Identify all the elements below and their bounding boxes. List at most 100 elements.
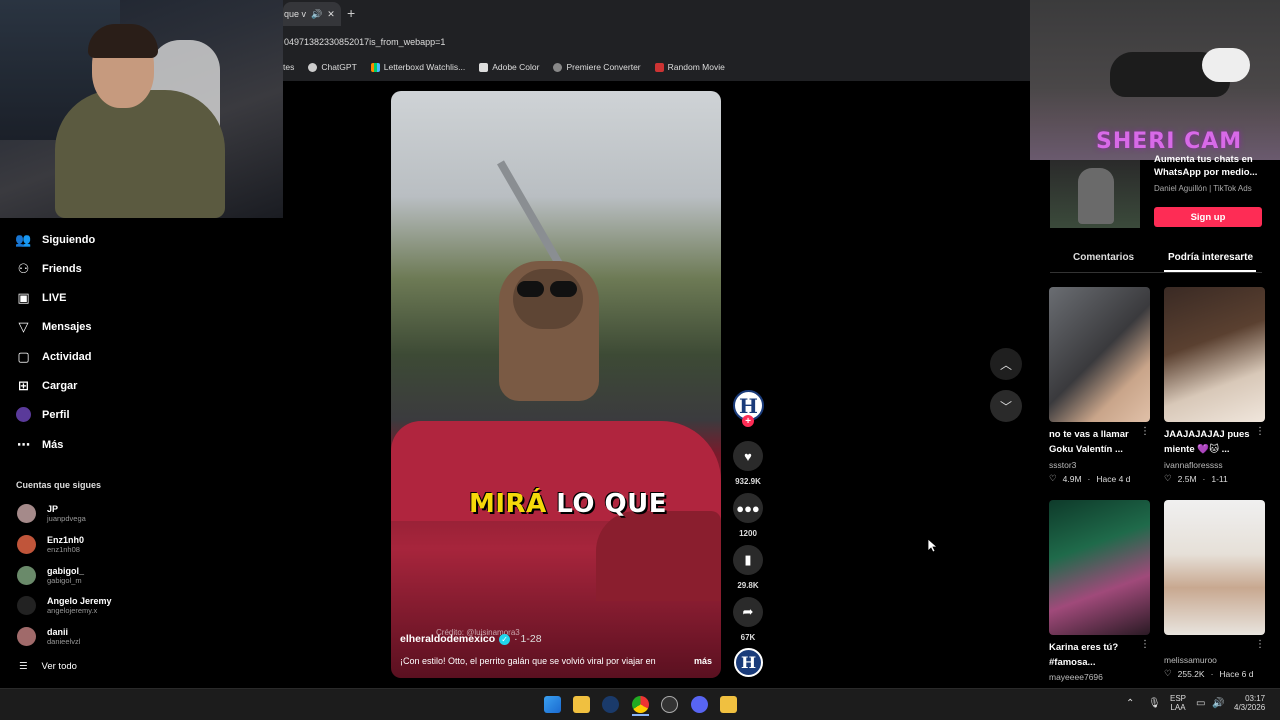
bookmark-chatgpt[interactable]: ChatGPT	[308, 62, 357, 72]
video-card-title[interactable]: no te vas a llamar Goku Valentín ...	[1049, 427, 1145, 457]
tab-title: que v	[284, 9, 307, 19]
heart-outline-icon: ♡	[1164, 668, 1172, 678]
video-card-meta: ♡ 2.5M · 1-11	[1164, 473, 1228, 484]
bookmark-adobe-color[interactable]: Adobe Color	[479, 62, 539, 72]
network-icon[interactable]: ▭	[1196, 698, 1205, 709]
heart-outline-icon: ♡	[1164, 473, 1172, 483]
avatar	[17, 627, 36, 646]
video-card-user[interactable]: ivannafloressss	[1164, 460, 1223, 470]
save-button[interactable]: ▮	[733, 545, 763, 575]
video-overlay-caption: MIRÁ LO QUE	[469, 489, 668, 519]
video-author[interactable]: elheraldodemexico ✓ · 1-28	[400, 633, 542, 645]
video-card-title[interactable]: JAAJAJAJAJ pues miente 💜🐱 ...	[1164, 427, 1260, 457]
following-item[interactable]: danii danieelvzl	[17, 627, 80, 646]
language-indicator[interactable]: ESP LAA	[1170, 694, 1186, 712]
obs-icon[interactable]	[661, 696, 678, 713]
bookmark-premiere-converter[interactable]: Premiere Converter	[553, 62, 641, 72]
follow-plus-icon[interactable]: +	[742, 415, 754, 427]
send-icon: ▽	[18, 318, 29, 334]
more-options-icon[interactable]: ⋮	[1140, 426, 1150, 437]
bookmark-icon: ▮	[744, 552, 752, 567]
windows-start-icon[interactable]	[544, 696, 561, 713]
volume-icon[interactable]: 🔊	[1212, 698, 1224, 709]
avatar	[17, 504, 36, 523]
tray-chevron-up-icon[interactable]: ⌃	[1126, 698, 1134, 709]
active-tab-indicator	[1164, 270, 1256, 272]
video-card-thumbnail[interactable]	[1164, 287, 1265, 422]
upload-icon: ⊞	[18, 377, 29, 393]
comment-count: 1200	[739, 529, 757, 538]
file-explorer-icon[interactable]	[573, 696, 590, 713]
like-count: 932.9K	[735, 477, 761, 486]
tab-interest[interactable]: Podría interesarte	[1168, 252, 1253, 263]
more-options-icon[interactable]: ⋮	[1140, 639, 1150, 650]
sidebar-item-cargar[interactable]: ⊞ Cargar	[16, 378, 77, 393]
speaker-icon[interactable]: 🔊	[311, 9, 322, 20]
bookmark-item[interactable]: tes	[283, 62, 294, 72]
address-bar[interactable]: 04971382330852017is_from_webapp=1	[283, 30, 1030, 54]
bookmark-letterboxd[interactable]: Letterboxd Watchlis...	[370, 62, 465, 72]
sidebar-item-actividad[interactable]: ▢ Actividad	[16, 349, 91, 364]
following-item[interactable]: JP juanpdvega	[17, 504, 86, 523]
comment-button[interactable]: ●●●	[733, 493, 763, 523]
active-app-indicator	[632, 714, 649, 716]
bookmarks-bar: tes ChatGPT Letterboxd Watchlis... Adobe…	[283, 56, 1030, 78]
close-icon[interactable]: ✕	[327, 9, 335, 20]
signup-button[interactable]: Sign up	[1154, 207, 1262, 227]
adobe-icon	[479, 62, 489, 72]
clock[interactable]: 03:17 4/3/2026	[1234, 694, 1265, 712]
bookmark-random-movie[interactable]: Random Movie	[654, 62, 725, 72]
browser-tab[interactable]: que v 🔊 ✕	[283, 2, 341, 26]
cam-label: SHERI CAM	[1096, 129, 1243, 154]
letterboxd-icon	[370, 62, 380, 72]
tab-comments[interactable]: Comentarios	[1073, 252, 1134, 263]
movie-icon	[654, 62, 664, 72]
sidebar-item-mensajes[interactable]: ▽ Mensajes	[16, 319, 92, 334]
microphone-icon[interactable]: 🎙	[1148, 698, 1161, 709]
following-item[interactable]: Angelo Jeremy angelojeremy.x	[17, 596, 112, 615]
steam-icon[interactable]	[602, 696, 619, 713]
heart-icon: ♥	[744, 448, 752, 464]
chrome-icon[interactable]	[632, 696, 649, 713]
url-text: 04971382330852017is_from_webapp=1	[284, 37, 446, 47]
next-video-button[interactable]: ﹀	[990, 390, 1022, 422]
avatar	[17, 596, 36, 615]
video-card-user[interactable]: melissamuroo	[1164, 655, 1217, 665]
video-card-user[interactable]: mayeeee7696	[1049, 672, 1103, 682]
share-button[interactable]: ➦	[733, 597, 763, 627]
video-card-user[interactable]: ssstor3	[1049, 460, 1076, 470]
friends-icon: ⚇	[17, 260, 30, 276]
sound-avatar[interactable]: H	[734, 648, 763, 677]
chatgpt-icon	[308, 62, 318, 72]
sidebar-item-friends[interactable]: ⚇ Friends	[16, 261, 82, 276]
video-card-thumbnail[interactable]	[1164, 500, 1265, 635]
sidebar-item-live[interactable]: ▣ LIVE	[16, 290, 66, 305]
avatar	[17, 566, 36, 585]
see-all-link[interactable]: ☰ Ver todo	[19, 661, 77, 672]
sidebar-item-mas[interactable]: ⋯ Más	[16, 437, 63, 452]
new-tab-button[interactable]: +	[347, 5, 355, 21]
video-description: ¡Con estilo! Otto, el perrito galán que …	[400, 656, 712, 666]
video-card-thumbnail[interactable]	[1049, 500, 1150, 635]
previous-video-button[interactable]: ︿	[990, 348, 1022, 380]
video-card-thumbnail[interactable]	[1049, 287, 1150, 422]
tabs-divider	[1050, 272, 1262, 273]
notes-icon[interactable]	[720, 696, 737, 713]
ad-title[interactable]: Aumenta tus chats en WhatsApp por medio.…	[1154, 153, 1269, 179]
ad-source: Daniel Aguillón | TikTok Ads	[1154, 184, 1252, 193]
more-options-icon[interactable]: ⋮	[1255, 426, 1265, 437]
more-options-icon[interactable]: ⋮	[1255, 639, 1265, 650]
discord-icon[interactable]	[691, 696, 708, 713]
video-card-title[interactable]: Karina eres tú? #famosa...	[1049, 640, 1145, 670]
following-item[interactable]: Enz1nh0 enz1nh08	[17, 535, 84, 554]
more-icon: ⋯	[17, 436, 30, 452]
following-section-title: Cuentas que sigues	[16, 480, 102, 490]
comment-icon: ●●●	[736, 500, 760, 516]
following-item[interactable]: gabigol_ gabigol_m	[17, 566, 84, 585]
sidebar-item-perfil[interactable]: Perfil	[16, 407, 70, 422]
like-button[interactable]: ♥	[733, 441, 763, 471]
live-icon: ▣	[17, 289, 30, 305]
video-player[interactable]	[391, 91, 721, 678]
more-link[interactable]: más	[694, 656, 712, 666]
sidebar-item-siguiendo[interactable]: 👥 Siguiendo	[15, 232, 95, 247]
